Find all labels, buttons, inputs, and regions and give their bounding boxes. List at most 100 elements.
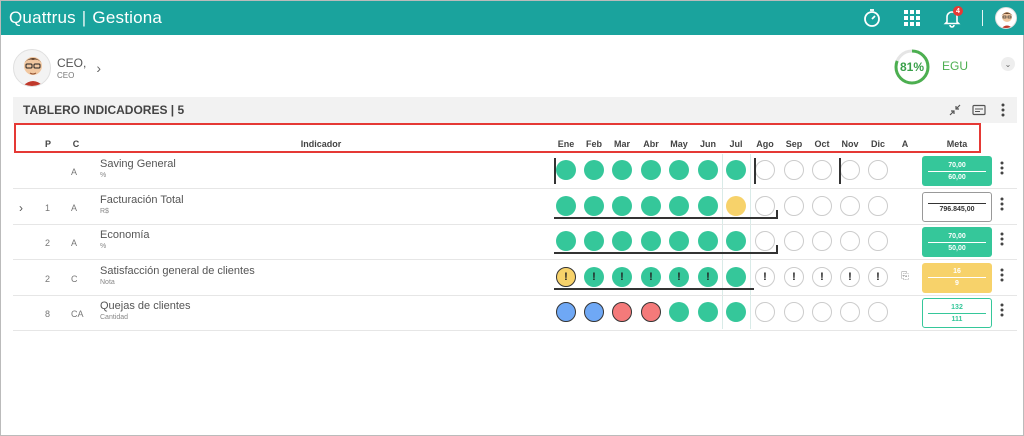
month-status-abr[interactable]: [641, 302, 661, 322]
collapse-arrows-icon[interactable]: [947, 102, 963, 118]
month-status-abr[interactable]: [641, 195, 661, 216]
user-avatar-top[interactable]: [995, 7, 1017, 29]
month-status-sep[interactable]: [784, 160, 804, 180]
month-status-jul[interactable]: [726, 160, 746, 180]
month-status-may[interactable]: [669, 195, 689, 216]
table-row[interactable]: A Saving General% 70,00 60,00: [13, 154, 1017, 189]
month-status-may[interactable]: [669, 160, 689, 180]
month-status-ago[interactable]: [755, 195, 775, 216]
row-kebab-icon[interactable]: [1000, 303, 1004, 320]
month-status-ago[interactable]: !: [755, 266, 775, 287]
month-status-sep[interactable]: [784, 302, 804, 322]
user-profile[interactable]: CEO, CEO ›: [13, 49, 101, 87]
table-row[interactable]: 2 A Economía% 70,00 50,00: [13, 225, 1017, 260]
month-status-sep[interactable]: [784, 231, 804, 251]
month-status-nov[interactable]: [840, 231, 860, 251]
month-status-feb[interactable]: [584, 302, 604, 322]
month-status-oct[interactable]: [812, 160, 832, 180]
col-month-may[interactable]: May: [667, 139, 691, 149]
col-month-abr[interactable]: Abr: [639, 139, 663, 149]
month-status-mar[interactable]: [612, 160, 632, 180]
month-status-sep[interactable]: !: [784, 266, 804, 287]
expand-row-icon[interactable]: ›: [19, 201, 23, 215]
col-month-oct[interactable]: Oct: [810, 139, 834, 149]
month-status-oct[interactable]: !: [812, 266, 832, 287]
month-status-jun[interactable]: [698, 302, 718, 322]
meta-target[interactable]: 132 111: [922, 298, 992, 328]
col-month-sep[interactable]: Sep: [782, 139, 806, 149]
month-status-may[interactable]: [669, 231, 689, 251]
row-kebab-icon[interactable]: [1000, 232, 1004, 249]
col-month-ene[interactable]: Ene: [554, 139, 578, 149]
month-status-oct[interactable]: [812, 195, 832, 216]
month-status-ene[interactable]: [556, 160, 576, 180]
row-kebab-icon[interactable]: [1000, 197, 1004, 214]
col-indicator[interactable]: Indicador: [281, 139, 361, 149]
month-status-dic[interactable]: [868, 231, 888, 251]
chevron-down-icon[interactable]: ⌄: [1001, 57, 1015, 71]
month-status-mar[interactable]: [612, 302, 632, 322]
month-status-jun[interactable]: [698, 231, 718, 251]
month-status-jun[interactable]: [698, 160, 718, 180]
month-status-ene[interactable]: [556, 195, 576, 216]
col-month-mar[interactable]: Mar: [610, 139, 634, 149]
month-status-abr[interactable]: [641, 160, 661, 180]
month-status-may[interactable]: !: [669, 266, 689, 287]
month-status-abr[interactable]: !: [641, 266, 661, 287]
month-status-abr[interactable]: [641, 231, 661, 251]
month-status-dic[interactable]: [868, 160, 888, 180]
col-a[interactable]: A: [898, 139, 912, 149]
id-card-icon[interactable]: [971, 102, 987, 118]
month-status-sep[interactable]: [784, 195, 804, 216]
col-month-dic[interactable]: Dic: [866, 139, 890, 149]
month-status-jul[interactable]: [726, 195, 746, 216]
row-kebab-icon[interactable]: [1000, 161, 1004, 178]
month-status-jun[interactable]: [698, 195, 718, 216]
month-status-may[interactable]: [669, 302, 689, 322]
table-row[interactable]: › 1 A Facturación Total R$ 796.845,00: [13, 190, 1017, 225]
table-row[interactable]: 8 CA Quejas de clientes Cantidad 132 111: [13, 296, 1017, 331]
month-status-mar[interactable]: [612, 231, 632, 251]
indicator-name[interactable]: Quejas de clientes: [100, 300, 191, 312]
meta-target[interactable]: 70,00 50,00: [922, 227, 992, 257]
month-status-jul[interactable]: [726, 266, 746, 287]
indicator-name[interactable]: Facturación Total: [100, 194, 184, 206]
row-kebab-icon[interactable]: [1000, 268, 1004, 285]
col-month-feb[interactable]: Feb: [582, 139, 606, 149]
col-c[interactable]: C: [70, 139, 82, 149]
month-status-feb[interactable]: [584, 231, 604, 251]
meta-target[interactable]: 16 9: [922, 262, 992, 293]
month-status-ago[interactable]: [755, 231, 775, 251]
month-status-feb[interactable]: [584, 195, 604, 216]
meta-target[interactable]: 796.845,00: [922, 191, 992, 222]
indicator-name[interactable]: Saving General: [100, 158, 176, 170]
indicator-name[interactable]: Economía: [100, 229, 150, 241]
col-meta[interactable]: Meta: [939, 139, 975, 149]
month-status-dic[interactable]: [868, 302, 888, 322]
grid-icon[interactable]: [894, 1, 930, 35]
bell-icon[interactable]: 4: [934, 1, 970, 35]
month-status-nov[interactable]: [840, 195, 860, 216]
month-status-feb[interactable]: !: [584, 266, 604, 287]
month-status-jul[interactable]: [726, 302, 746, 322]
month-status-oct[interactable]: [812, 231, 832, 251]
col-month-jun[interactable]: Jun: [696, 139, 720, 149]
table-row[interactable]: 2 C Satisfacción general de clientes Nota!!…: [13, 261, 1017, 296]
month-status-ene[interactable]: [556, 231, 576, 251]
month-status-ene[interactable]: !: [556, 266, 576, 287]
stopwatch-icon[interactable]: [854, 1, 890, 35]
month-status-jul[interactable]: [726, 231, 746, 251]
month-status-dic[interactable]: !: [868, 266, 888, 287]
month-status-nov[interactable]: [840, 302, 860, 322]
kebab-icon[interactable]: [995, 102, 1011, 118]
month-status-nov[interactable]: [840, 160, 860, 180]
paperclip-icon[interactable]: ⎘: [901, 271, 909, 282]
month-status-mar[interactable]: !: [612, 266, 632, 287]
month-status-ene[interactable]: [556, 302, 576, 322]
month-status-nov[interactable]: !: [840, 266, 860, 287]
month-status-ago[interactable]: [755, 160, 775, 180]
meta-target[interactable]: 70,00 60,00: [922, 156, 992, 186]
month-status-mar[interactable]: [612, 195, 632, 216]
brand[interactable]: Quattrus | Gestiona: [1, 8, 162, 28]
col-month-jul[interactable]: Jul: [724, 139, 748, 149]
